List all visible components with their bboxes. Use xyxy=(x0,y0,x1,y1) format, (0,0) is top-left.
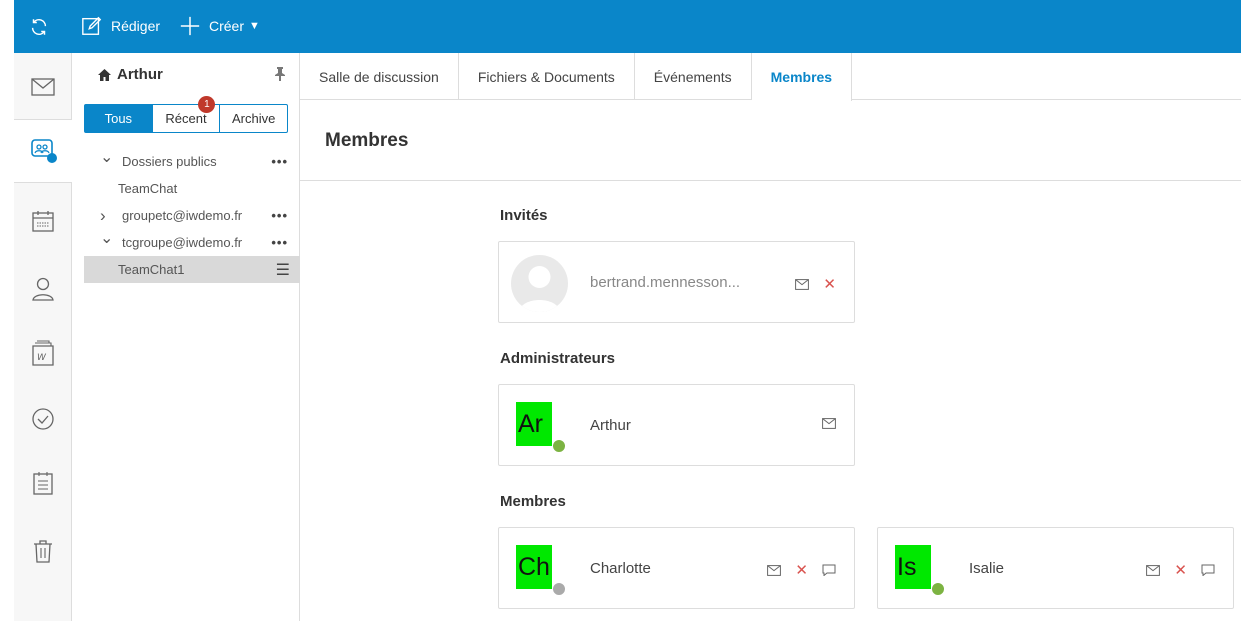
check-circle-icon xyxy=(32,408,54,430)
documents-icon: W xyxy=(32,340,54,366)
chevron-right-icon: › xyxy=(100,205,106,225)
member-card: Is Isalie ✕ xyxy=(877,527,1234,609)
filter-archive-label: Archive xyxy=(232,111,276,126)
folder-tree-item[interactable]: TeamChat1 ☰ xyxy=(84,256,300,283)
member-name: Isalie xyxy=(969,560,1005,577)
chat-bubble-icon[interactable] xyxy=(1201,564,1215,576)
mail-icon[interactable] xyxy=(822,418,836,429)
compose-button[interactable]: Rédiger xyxy=(81,15,160,37)
tab-3[interactable]: Membres xyxy=(751,53,853,101)
guests-section-title: Invités xyxy=(500,207,548,224)
folder-tree-label: TeamChat1 xyxy=(118,262,185,277)
folder-tree: ⌄ Dossiers publics ••• TeamChat › groupetc@iw… xyxy=(84,148,300,283)
recent-count-badge: 1 xyxy=(198,96,216,113)
chat-bubble-icon[interactable] xyxy=(822,564,836,576)
user-header: Arthur xyxy=(98,66,163,83)
tab-2[interactable]: Événements xyxy=(635,53,752,100)
avatar: Ch xyxy=(516,545,552,589)
member-actions: ✕ xyxy=(1146,561,1215,579)
tab-0[interactable]: Salle de discussion xyxy=(300,53,459,100)
remove-icon[interactable]: ✕ xyxy=(1174,561,1187,579)
folder-tree-item[interactable]: ⌄ tcgroupe@iwdemo.fr ••• xyxy=(84,229,300,256)
tab-bar: Salle de discussion Fichiers & Documents É… xyxy=(300,53,1241,101)
presence-indicator xyxy=(931,582,945,596)
guest-card: bertrand.mennesson... ✕ xyxy=(498,241,855,323)
folder-tree-label: Dossiers publics xyxy=(122,154,217,169)
member-actions: ✕ xyxy=(767,561,836,579)
admins-section-title: Administrateurs xyxy=(500,350,616,367)
guest-name: bertrand.mennesson... xyxy=(590,274,741,291)
more-options-icon[interactable]: ••• xyxy=(271,235,288,250)
default-avatar xyxy=(511,255,568,312)
rail-trash[interactable] xyxy=(14,519,72,583)
caret-down-icon: ▼ xyxy=(249,20,260,32)
compose-icon xyxy=(82,16,102,35)
filter-all-label: Tous xyxy=(104,111,133,126)
chevron-down-icon: ⌄ xyxy=(100,148,114,166)
plus-icon xyxy=(180,16,200,36)
admin-name: Arthur xyxy=(590,417,631,434)
user-name: Arthur xyxy=(117,66,163,83)
remove-icon[interactable]: ✕ xyxy=(795,561,808,579)
create-button[interactable]: Créer ▼ xyxy=(179,15,260,37)
folder-tree-item[interactable]: TeamChat xyxy=(84,175,300,202)
mail-icon xyxy=(31,78,55,96)
rail-documents[interactable]: W xyxy=(14,321,72,385)
member-name: Charlotte xyxy=(590,560,651,577)
rail-calendar[interactable] xyxy=(14,189,72,253)
refresh-icon[interactable] xyxy=(28,16,50,38)
guest-actions: ✕ xyxy=(795,275,836,293)
rail-tasks[interactable] xyxy=(14,387,72,451)
member-card: Ch Charlotte ✕ xyxy=(498,527,855,609)
rail-contacts[interactable] xyxy=(14,257,72,321)
filter-segmented-control: Tous Récent 1 Archive xyxy=(84,96,288,133)
contact-icon xyxy=(32,277,54,301)
folder-panel: Arthur Tous Récent 1 Archive ⌄ Dossiers pu… xyxy=(72,53,300,621)
filter-all[interactable]: Tous xyxy=(85,105,153,132)
compose-label: Rédiger xyxy=(111,18,161,34)
notes-icon xyxy=(33,472,53,495)
svg-text:W: W xyxy=(37,353,47,363)
folder-tree-item[interactable]: ⌄ Dossiers publics ••• xyxy=(84,148,300,175)
rail-teamchat[interactable] xyxy=(14,119,73,183)
pin-icon[interactable] xyxy=(275,67,285,81)
trash-icon xyxy=(34,540,52,563)
chevron-down-icon: ⌄ xyxy=(100,229,114,247)
calendar-icon xyxy=(32,211,54,232)
presence-indicator xyxy=(552,582,566,596)
more-options-icon[interactable]: ••• xyxy=(271,154,288,169)
create-label: Créer xyxy=(209,18,245,34)
rail-mail[interactable] xyxy=(14,55,72,119)
avatar: Is xyxy=(895,545,931,589)
admin-card: Ar Arthur xyxy=(498,384,855,466)
folder-tree-label: TeamChat xyxy=(118,181,178,196)
rail-notes[interactable] xyxy=(14,451,72,515)
menu-icon[interactable]: ☰ xyxy=(276,260,290,280)
mail-icon[interactable] xyxy=(767,564,782,576)
filter-recent[interactable]: Récent 1 xyxy=(153,96,221,132)
filter-archive[interactable]: Archive xyxy=(220,105,287,132)
filter-recent-label: Récent xyxy=(165,111,207,126)
mail-icon[interactable] xyxy=(795,278,810,290)
avatar: Ar xyxy=(516,402,552,446)
admin-actions xyxy=(822,418,836,429)
more-options-icon[interactable]: ••• xyxy=(271,208,288,223)
presence-indicator xyxy=(552,439,566,453)
home-icon xyxy=(98,68,111,81)
remove-icon[interactable]: ✕ xyxy=(823,275,836,293)
user-silhouette-icon xyxy=(519,266,560,312)
top-toolbar: Rédiger Créer ▼ xyxy=(14,0,1241,53)
mail-icon[interactable] xyxy=(1146,564,1161,576)
page-title: Membres xyxy=(325,130,409,151)
app-rail: W xyxy=(14,53,73,621)
members-section-title: Membres xyxy=(500,493,566,510)
folder-tree-item[interactable]: › groupetc@iwdemo.fr ••• xyxy=(84,202,300,229)
tab-1[interactable]: Fichiers & Documents xyxy=(459,53,635,100)
teamchat-icon xyxy=(30,139,57,163)
folder-tree-label: groupetc@iwdemo.fr xyxy=(122,208,243,223)
folder-tree-label: tcgroupe@iwdemo.fr xyxy=(122,235,243,250)
page-header: Membres xyxy=(300,100,1241,181)
